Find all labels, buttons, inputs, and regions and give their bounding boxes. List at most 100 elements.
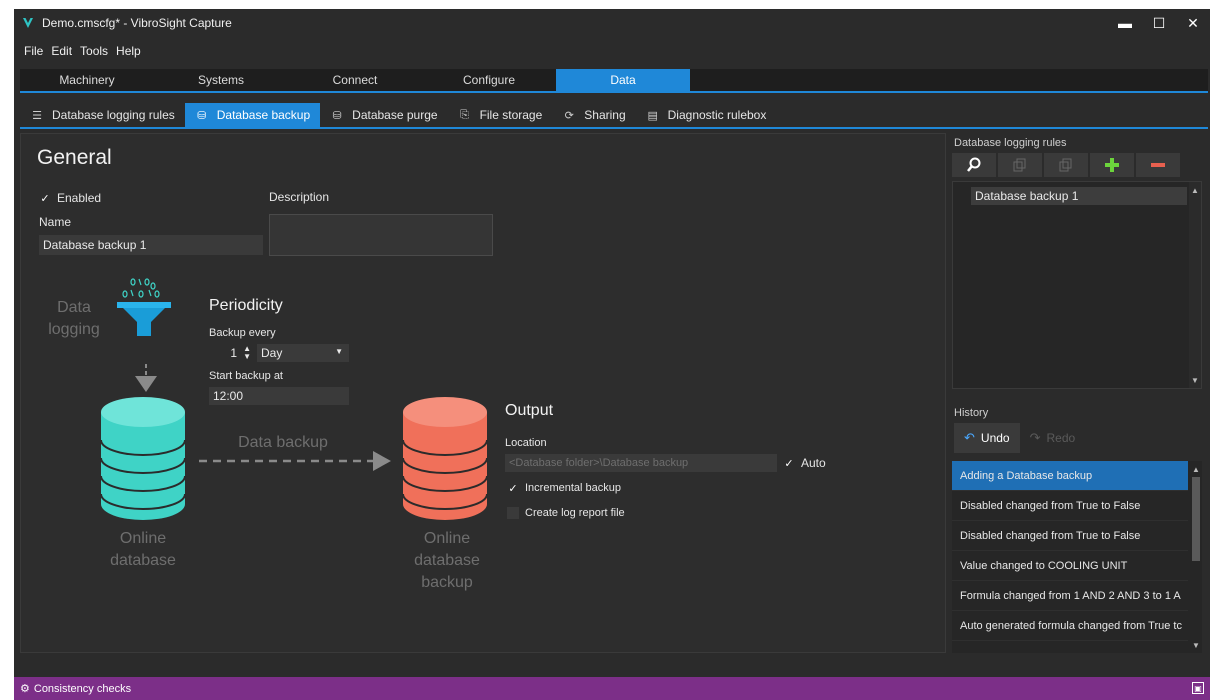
incremental-label: Incremental backup <box>525 482 621 494</box>
add-rule-button[interactable] <box>1090 153 1134 177</box>
rules-toolbar <box>952 153 1182 177</box>
main-tabs: Machinery Systems Connect Configure Data <box>20 69 1208 93</box>
redo-label: Redo <box>1046 431 1076 445</box>
subtab-label: Database purge <box>352 108 438 122</box>
checkbox-empty-icon <box>507 507 519 519</box>
periodicity-heading: Periodicity <box>209 297 283 314</box>
history-scrollbar[interactable]: ▲ ▼ <box>1190 461 1202 653</box>
funnel-icon <box>117 278 171 336</box>
subtab-database-purge[interactable]: ⛁ Database purge <box>320 103 447 127</box>
database-purge-icon: ⛁ <box>332 109 342 122</box>
tab-systems[interactable]: Systems <box>154 69 288 91</box>
online-database-icon <box>100 397 186 520</box>
menu-help[interactable]: Help <box>116 44 141 58</box>
enabled-checkbox[interactable]: ✓ Enabled <box>39 191 101 205</box>
rules-scrollbar[interactable]: ▲ ▼ <box>1189 182 1201 388</box>
database-backup-icon: ⛁ <box>197 109 207 122</box>
tab-connect[interactable]: Connect <box>288 69 422 91</box>
tab-machinery[interactable]: Machinery <box>20 69 154 91</box>
subtab-label: Database backup <box>216 108 311 122</box>
minimize-button[interactable]: ▬ <box>1108 9 1142 37</box>
data-logging-label: Data logging <box>48 299 100 338</box>
enabled-label: Enabled <box>57 191 102 205</box>
subtab-label: File storage <box>479 108 543 122</box>
subtab-database-backup[interactable]: ⛁ Database backup <box>184 103 321 127</box>
list-item[interactable]: Adding a Database backup <box>952 461 1188 491</box>
window-title: Demo.cmscfg* - VibroSight Capture <box>42 16 232 30</box>
list-item[interactable]: Formula changed from 1 AND 2 AND 3 to 1 … <box>952 581 1188 611</box>
check-icon: ✓ <box>40 192 50 205</box>
plus-icon <box>1105 158 1119 172</box>
backup-every-stepper[interactable]: 1 ▲ ▼ <box>209 344 253 362</box>
remove-rule-button[interactable] <box>1136 153 1180 177</box>
copy-button[interactable] <box>998 153 1042 177</box>
window-controls: ▬ ☐ ✕ <box>1108 9 1210 37</box>
list-item[interactable]: Disabled changed from True to False <box>952 521 1188 551</box>
tab-configure[interactable]: Configure <box>422 69 556 91</box>
stepper-arrows-icon[interactable]: ▲ ▼ <box>243 345 251 361</box>
scroll-up-icon[interactable]: ▲ <box>1189 184 1201 196</box>
copy-icon <box>1013 158 1026 172</box>
menu-file[interactable]: File <box>24 44 43 58</box>
subtab-sharing[interactable]: ⟳ Sharing <box>552 103 635 127</box>
status-bar: ⚙ Consistency checks ▣ <box>14 677 1210 700</box>
name-field[interactable]: Database backup 1 <box>39 235 263 255</box>
undo-label: Undo <box>980 431 1010 445</box>
backup-database-icon <box>402 397 488 520</box>
check-icon: ✓ <box>508 482 518 495</box>
menu-tools[interactable]: Tools <box>80 44 108 58</box>
undo-button[interactable]: ↶ Undo <box>954 423 1020 453</box>
right-panel: Database logging rules Database backup 1… <box>950 133 1208 653</box>
history-list: Adding a Database backup Disabled change… <box>952 461 1202 653</box>
consistency-checks-label[interactable]: Consistency checks <box>34 683 131 695</box>
paste-button[interactable] <box>1044 153 1088 177</box>
search-icon <box>967 157 981 172</box>
check-icon: ✓ <box>784 457 794 470</box>
auto-checkbox[interactable]: ✓ Auto <box>783 456 826 470</box>
file-storage-icon: ⎘ <box>460 108 469 121</box>
backup-every-label: Backup every <box>209 327 276 339</box>
undo-icon: ↶ <box>964 430 975 445</box>
list-item[interactable]: Disabled changed from True to False <box>952 491 1188 521</box>
redo-button[interactable]: ↷ Redo <box>1020 423 1086 453</box>
tab-data[interactable]: Data <box>556 69 690 91</box>
output-heading: Output <box>505 402 554 419</box>
rulebox-icon: ▤ <box>647 109 658 122</box>
description-field[interactable] <box>269 214 493 256</box>
scroll-up-icon[interactable]: ▲ <box>1190 463 1202 475</box>
history-toolbar: ↶ Undo ↷ Redo <box>954 423 1085 453</box>
close-button[interactable]: ✕ <box>1176 9 1210 37</box>
minus-icon <box>1151 163 1165 167</box>
start-time-field[interactable]: 12:00 <box>209 387 349 405</box>
general-heading: General <box>37 146 112 169</box>
location-field[interactable]: <Database folder>\Database backup <box>505 454 777 472</box>
log-report-checkbox[interactable]: Create log report file <box>507 507 625 519</box>
scroll-down-icon[interactable]: ▼ <box>1190 639 1202 651</box>
incremental-backup-checkbox[interactable]: ✓ Incremental backup <box>507 482 621 495</box>
status-expand-icon[interactable]: ▣ <box>1192 682 1204 694</box>
list-item[interactable]: Value changed to COOLING UNIT <box>952 551 1188 581</box>
subtab-diagnostic-rulebox[interactable]: ▤ Diagnostic rulebox <box>636 103 777 127</box>
consistency-checks-icon: ⚙ <box>20 683 30 695</box>
scroll-thumb[interactable] <box>1192 477 1200 561</box>
backup-every-value: 1 <box>230 346 237 360</box>
maximize-button[interactable]: ☐ <box>1142 9 1176 37</box>
subtab-database-logging-rules[interactable]: ☰ Database logging rules <box>20 103 185 127</box>
arrow-right-icon <box>199 451 391 471</box>
online-backup-label: Online database backup <box>414 530 480 591</box>
title-bar: Demo.cmscfg* - VibroSight Capture ▬ ☐ ✕ <box>14 9 1210 37</box>
location-label: Location <box>505 437 547 449</box>
search-button[interactable] <box>952 153 996 177</box>
list-item[interactable]: Database backup 1 <box>971 187 1187 205</box>
sub-tabs: ☰ Database logging rules ⛁ Database back… <box>20 103 1208 129</box>
auto-label: Auto <box>801 456 826 470</box>
rules-panel-title: Database logging rules <box>954 137 1067 149</box>
subtab-file-storage[interactable]: ⎘ File storage <box>448 103 553 127</box>
list-item[interactable]: Auto generated formula changed from True… <box>952 611 1188 641</box>
redo-icon: ↷ <box>1029 430 1041 445</box>
period-unit-select[interactable]: Day ▼ <box>257 344 349 362</box>
paste-icon <box>1059 158 1072 172</box>
scroll-down-icon[interactable]: ▼ <box>1189 374 1201 386</box>
menu-bar: File Edit Tools Help <box>14 41 149 61</box>
menu-edit[interactable]: Edit <box>51 44 72 58</box>
